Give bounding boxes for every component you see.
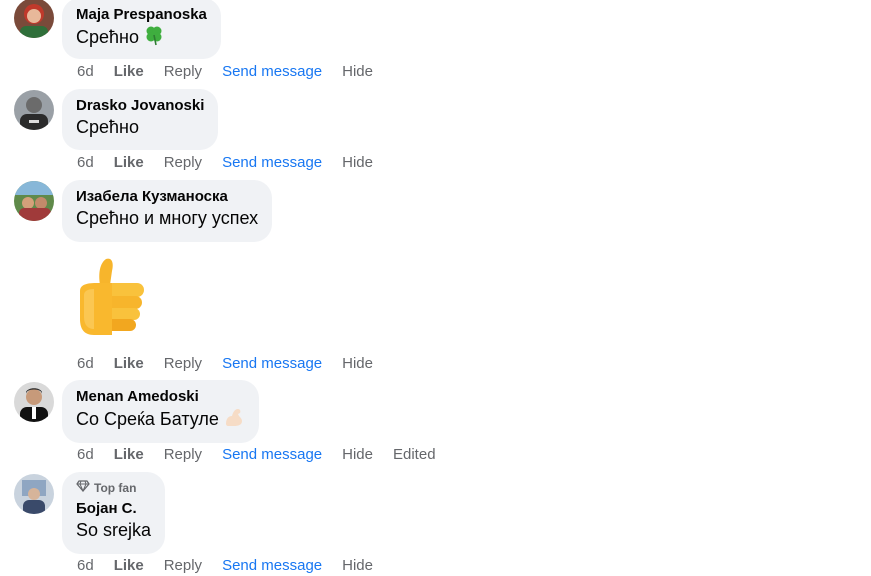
comment-author[interactable]: Menan Amedoski [76,388,245,406]
send-message-button[interactable]: Send message [222,62,322,82]
top-fan-badge: Top fan [76,480,151,496]
comment-text: Срећно и многу успех [76,208,259,228]
comment-text: Срећно [76,117,139,137]
reply-button[interactable]: Reply [164,556,202,576]
comment-text: Со Среќа Батуле [76,406,245,434]
comment-text: So srejka [76,520,152,540]
comment-author[interactable]: Maja Prespanoska [76,6,207,24]
comment-author[interactable]: Бојан С. [76,500,151,518]
avatar[interactable] [14,474,54,514]
avatar[interactable] [14,181,54,221]
comment-actions: 6d Like Reply Send message Hide [77,153,393,173]
comment-text: Срећно [76,24,207,52]
thumbs-up-icon [76,255,148,344]
avatar[interactable] [14,90,54,130]
comment-author[interactable]: Изабела Кузманоска [76,188,258,206]
flexed-biceps-icon [223,406,245,434]
comment-text-body: Срећно [76,27,139,47]
like-button[interactable]: Like [114,354,144,374]
comment-bubble: Maja Prespanoska Срећно [62,0,221,59]
comment-actions: 6d Like Reply Send message Hide [77,62,393,82]
comment-actions: 6d Like Reply Send message Hide Edited [77,445,456,465]
comment-bubble: Top fan Бојан С. So srejka [62,472,166,554]
diamond-icon [76,480,94,496]
hide-button[interactable]: Hide [342,556,373,576]
hide-button[interactable]: Hide [342,62,373,82]
reply-button[interactable]: Reply [164,153,202,173]
hide-button[interactable]: Hide [342,354,373,374]
comment-bubble: Drasko Jovanoski Срећно [62,89,219,150]
send-message-button[interactable]: Send message [222,153,322,173]
reply-button[interactable]: Reply [164,445,202,465]
timestamp-link[interactable]: 6d [77,62,94,82]
reply-button[interactable]: Reply [164,354,202,374]
comment-author[interactable]: Drasko Jovanoski [76,97,204,115]
avatar[interactable] [14,382,54,422]
edited-label: Edited [393,446,436,463]
send-message-button[interactable]: Send message [222,354,322,374]
timestamp-link[interactable]: 6d [77,445,94,465]
clover-icon [143,24,165,52]
like-button[interactable]: Like [114,556,144,576]
comment-actions: 6d Like Reply Send message Hide [77,556,393,576]
like-button[interactable]: Like [114,445,144,465]
avatar[interactable] [14,0,54,38]
timestamp-link[interactable]: 6d [77,354,94,374]
top-fan-label: Top fan [94,481,137,495]
hide-button[interactable]: Hide [342,153,373,173]
send-message-button[interactable]: Send message [222,556,322,576]
comment-actions: 6d Like Reply Send message Hide [77,354,393,374]
hide-button[interactable]: Hide [342,445,373,465]
send-message-button[interactable]: Send message [222,445,322,465]
timestamp-link[interactable]: 6d [77,556,94,576]
timestamp-link[interactable]: 6d [77,153,94,173]
comment-text-body: Со Среќа Батуле [76,409,219,429]
comment-bubble: Menan Amedoski Со Среќа Батуле [62,380,259,443]
comment-bubble: Изабела Кузманоска Срећно и многу успех [62,180,273,242]
like-button[interactable]: Like [114,62,144,82]
reply-button[interactable]: Reply [164,62,202,82]
like-button[interactable]: Like [114,153,144,173]
